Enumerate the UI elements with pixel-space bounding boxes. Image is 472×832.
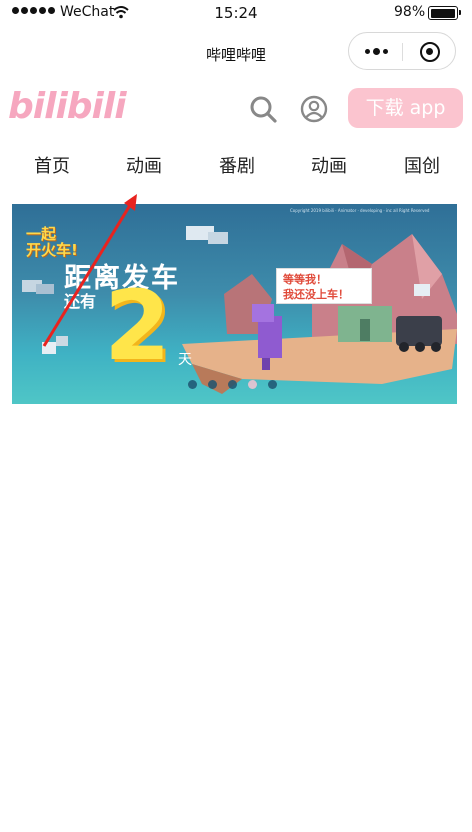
tab-animation[interactable]: 动画: [126, 152, 162, 178]
mini-program-capsule: [348, 32, 456, 70]
banner-copyright: Copyright 2019 bilibili · Animator · dev…: [290, 208, 430, 213]
bilibili-logo[interactable]: bilibili: [8, 86, 127, 127]
banner-subline: 还有: [64, 292, 97, 311]
carousel-indicators: [188, 380, 277, 389]
banner-countdown-unit: 天: [178, 352, 192, 368]
tab-home[interactable]: 首页: [34, 152, 70, 178]
close-target-icon[interactable]: [420, 42, 440, 62]
battery-tip: [459, 10, 461, 15]
category-tabs: 首页 动画 番剧 动画 国创: [0, 152, 472, 182]
battery-percent: 98%: [394, 4, 426, 20]
tab-animation-2[interactable]: 动画: [311, 152, 347, 178]
battery-level: [430, 8, 455, 18]
carousel-dot[interactable]: [208, 380, 217, 389]
tab-guochuang[interactable]: 国创: [404, 152, 440, 178]
banner-carousel[interactable]: 一起 开火车! 距离发车 还有 2 天 等等我！ 我还没上车！ Copyrigh…: [12, 204, 457, 404]
carousel-dot[interactable]: [188, 380, 197, 389]
download-app-button[interactable]: 下载 app: [348, 88, 463, 128]
speech-line-2: 我还没上车！: [283, 288, 349, 301]
capsule-divider: [402, 43, 403, 61]
banner-corner-logo: 一起 开火车!: [26, 226, 78, 258]
battery-icon: [428, 6, 458, 20]
banner-corner-line-1: 一起: [26, 225, 57, 243]
speech-line-1: 等等我！: [283, 273, 327, 286]
status-bar: WeChat 15:24 98%: [0, 0, 472, 26]
user-icon[interactable]: [300, 95, 328, 123]
more-dots-icon[interactable]: [365, 48, 388, 55]
carousel-dot[interactable]: [248, 380, 257, 389]
tab-bangumi[interactable]: 番剧: [219, 152, 255, 178]
search-icon[interactable]: [249, 95, 277, 123]
carousel-dot[interactable]: [228, 380, 237, 389]
banner-countdown-number: 2: [104, 270, 171, 382]
speech-bubble: 等等我！ 我还没上车！: [276, 268, 372, 304]
site-header: bilibili 下载 app: [0, 84, 472, 130]
carousel-dot[interactable]: [268, 380, 277, 389]
